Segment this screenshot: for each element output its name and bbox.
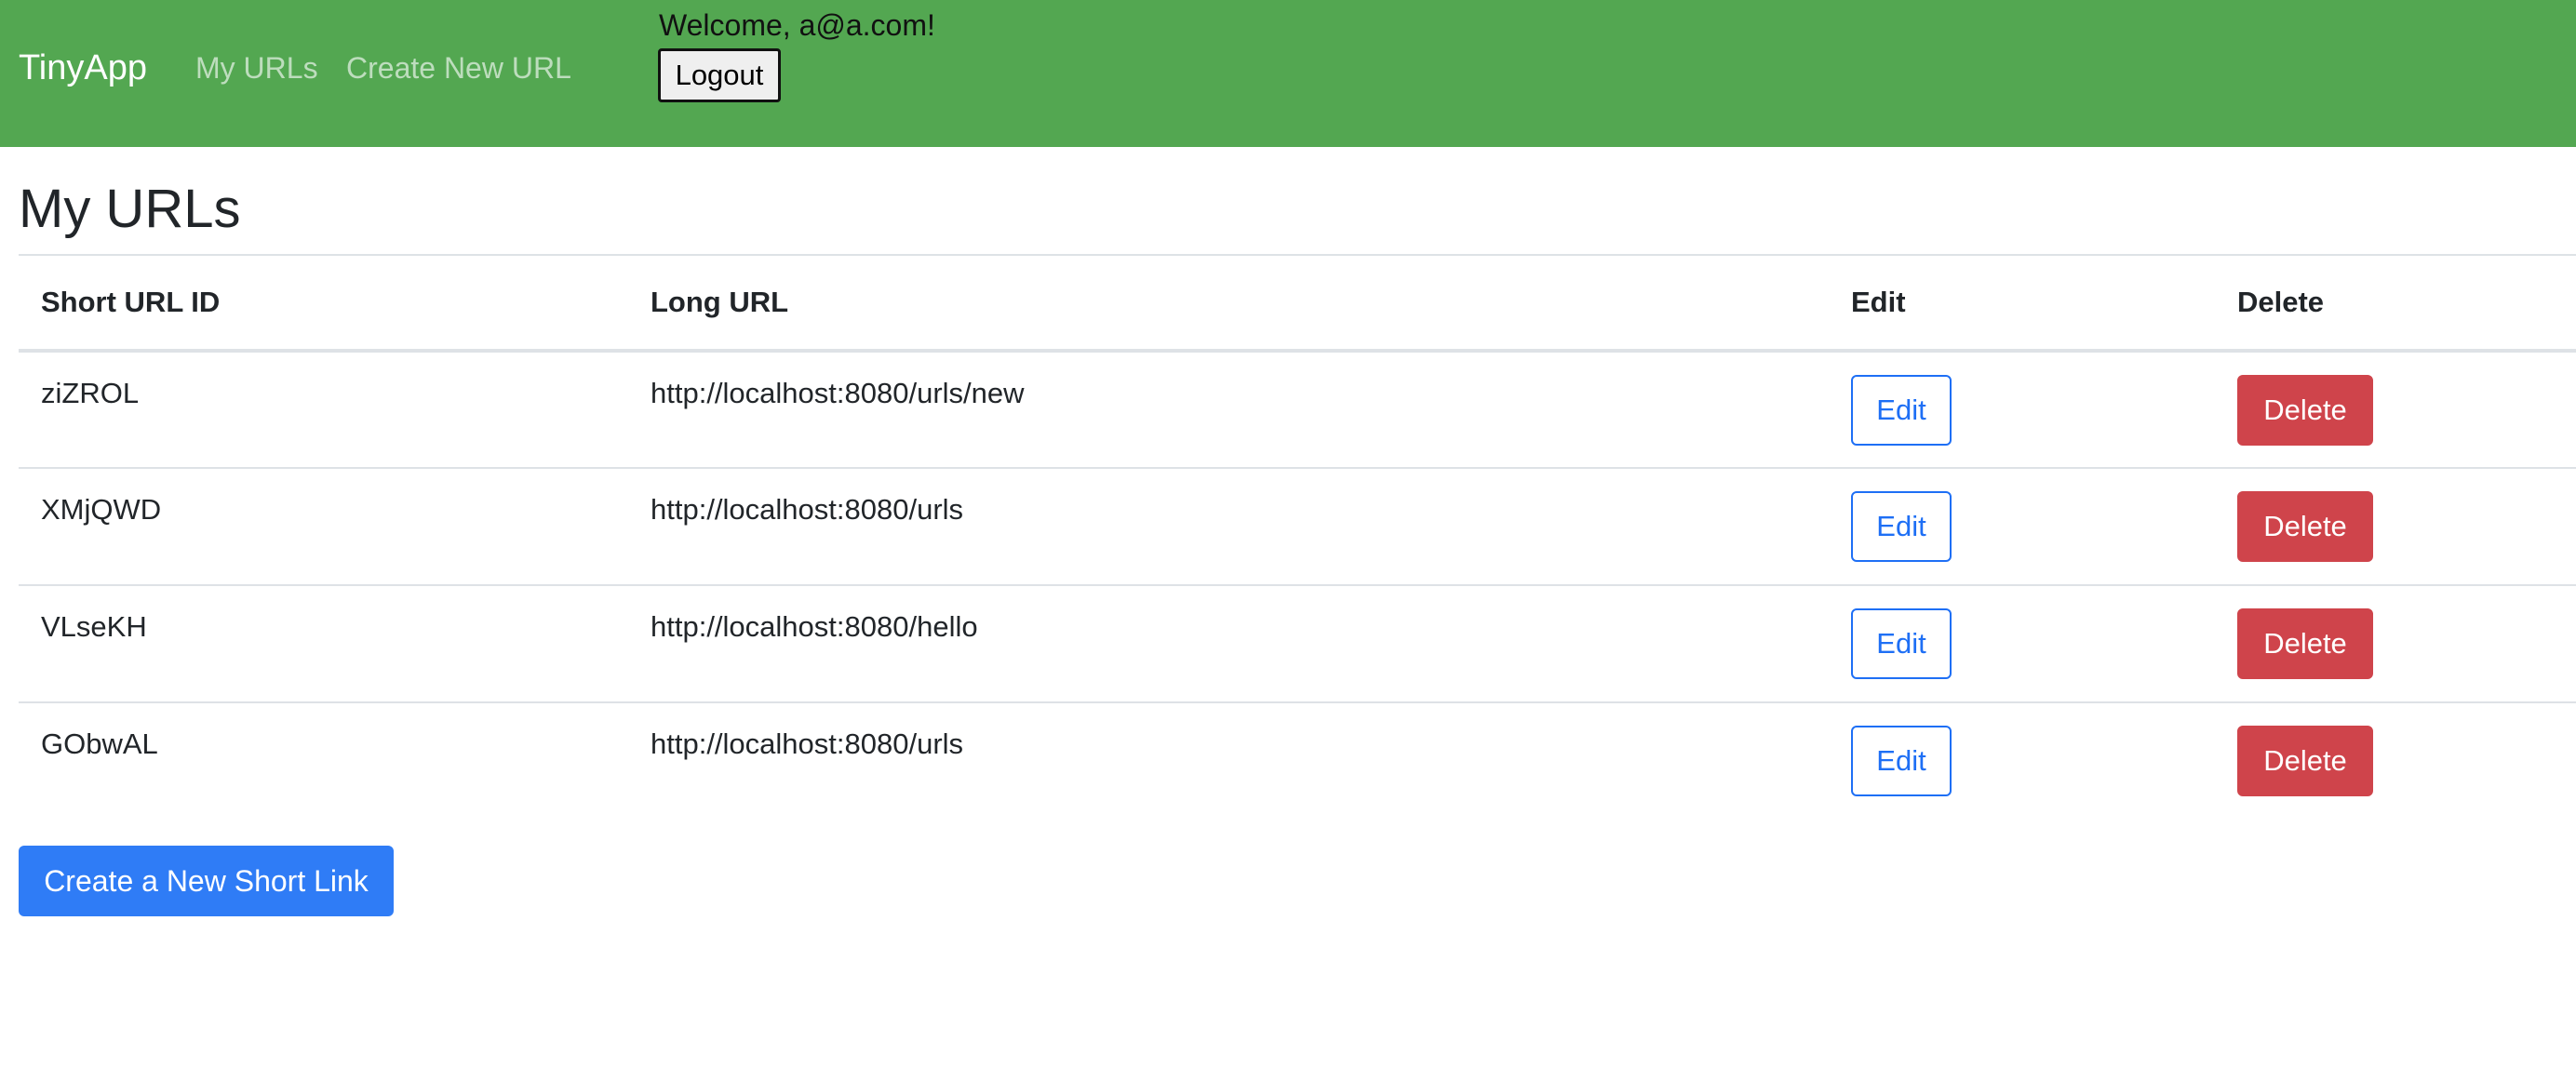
table-row: ziZROL http://localhost:8080/urls/new Ed… — [19, 351, 2576, 469]
delete-cell: Delete — [2215, 351, 2576, 469]
edit-cell: Edit — [1829, 585, 2215, 703]
column-header-edit: Edit — [1829, 254, 2215, 353]
logout-button[interactable]: Logout — [658, 48, 781, 102]
short-url-id: GObwAL — [41, 727, 158, 760]
navbar: TinyApp My URLs Create New URL Welcome, … — [0, 0, 2576, 147]
edit-button[interactable]: Edit — [1851, 726, 1952, 796]
page-title: My URLs — [19, 179, 241, 239]
long-url: http://localhost:8080/hello — [628, 585, 1829, 703]
delete-cell: Delete — [2215, 702, 2576, 820]
table-header-row: Short URL ID Long URL Edit Delete — [19, 254, 2576, 353]
delete-cell: Delete — [2215, 468, 2576, 586]
long-url: http://localhost:8080/urls — [651, 727, 964, 760]
long-url: http://localhost:8080/urls/new — [628, 351, 1829, 469]
column-header-delete: Delete — [2215, 254, 2576, 353]
create-new-short-link-button[interactable]: Create a New Short Link — [19, 846, 394, 916]
edit-cell: Edit — [1829, 702, 2215, 820]
column-header-short-url-id: Short URL ID — [19, 254, 628, 353]
welcome-text: Welcome, a@a.com! — [659, 8, 935, 42]
delete-button[interactable]: Delete — [2237, 608, 2373, 679]
edit-button[interactable]: Edit — [1851, 491, 1952, 562]
short-url-id: XMjQWD — [19, 468, 628, 586]
edit-button[interactable]: Edit — [1851, 375, 1952, 446]
edit-button[interactable]: Edit — [1851, 608, 1952, 679]
short-url-id: ziZROL — [19, 351, 628, 469]
edit-cell: Edit — [1829, 351, 2215, 469]
edit-cell: Edit — [1829, 468, 2215, 586]
delete-button[interactable]: Delete — [2237, 491, 2373, 562]
table-row: VLseKH http://localhost:8080/hello Edit … — [19, 585, 2576, 703]
brand-link[interactable]: TinyApp — [19, 41, 147, 95]
delete-cell: Delete — [2215, 585, 2576, 703]
short-url-id: VLseKH — [19, 585, 628, 703]
long-url: http://localhost:8080/urls — [628, 468, 1829, 586]
nav-create-new-url[interactable]: Create New URL — [346, 41, 571, 95]
urls-table: Short URL ID Long URL Edit Delete ziZROL… — [19, 254, 2576, 820]
delete-button[interactable]: Delete — [2237, 375, 2373, 446]
nav-my-urls[interactable]: My URLs — [195, 41, 318, 95]
table-row: GObwAL http://localhost:8080/urls Edit D… — [19, 702, 2576, 820]
column-header-long-url: Long URL — [628, 254, 1829, 353]
table-row: XMjQWD http://localhost:8080/urls Edit D… — [19, 468, 2576, 586]
delete-button[interactable]: Delete — [2237, 726, 2373, 796]
